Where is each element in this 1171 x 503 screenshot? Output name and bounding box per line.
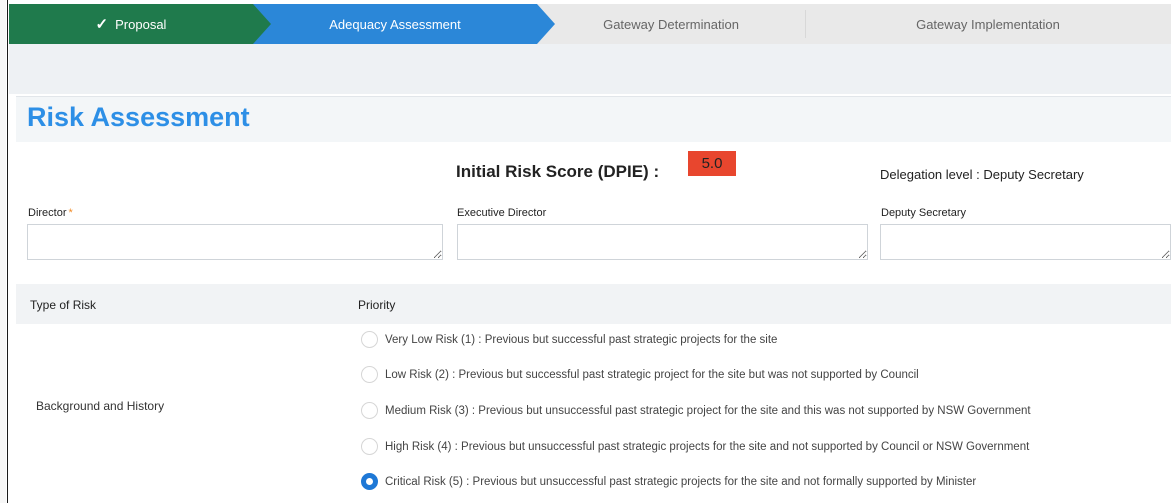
priority-option-critical[interactable]: Critical Risk (5) : Previous but unsucce… xyxy=(361,473,976,490)
step-gateway-determination[interactable]: Gateway Determination xyxy=(537,4,806,44)
priority-option-label: Low Risk (2) : Previous but successful p… xyxy=(385,368,919,381)
risk-type-label: Background and History xyxy=(36,399,165,413)
column-header-priority: Priority xyxy=(358,298,396,312)
required-indicator: * xyxy=(68,207,73,219)
executive-director-label: Executive Director xyxy=(457,207,547,219)
priority-option-label: High Risk (4) : Previous but unsuccessfu… xyxy=(385,440,1030,453)
priority-option-label: Critical Risk (5) : Previous but unsucce… xyxy=(385,475,977,488)
priority-option-medium[interactable]: Medium Risk (3) : Previous but unsuccess… xyxy=(361,402,1031,419)
step-label: Gateway Determination xyxy=(603,16,739,32)
priority-option-high[interactable]: High Risk (4) : Previous but unsuccessfu… xyxy=(361,438,1029,455)
priority-option-label: Very Low Risk (1) : Previous but success… xyxy=(385,333,778,346)
director-field[interactable] xyxy=(27,224,443,260)
risk-score-badge: 5.0 xyxy=(688,151,736,176)
priority-option-very-low[interactable]: Very Low Risk (1) : Previous but success… xyxy=(361,331,777,348)
section-title: Risk Assessment xyxy=(27,102,250,132)
column-header-type-of-risk: Type of Risk xyxy=(30,298,97,312)
step-gateway-implementation[interactable]: Gateway Implementation xyxy=(805,4,1171,44)
step-label: Proposal xyxy=(115,16,167,32)
section-header: Risk Assessment xyxy=(16,96,1171,142)
executive-director-field[interactable] xyxy=(457,224,868,260)
checkmark-icon: ✓ xyxy=(95,16,109,33)
toolbar-band xyxy=(9,44,1171,94)
director-label-text: Director xyxy=(28,207,67,219)
radio-button-selected[interactable] xyxy=(361,473,378,490)
step-proposal[interactable]: ✓ Proposal xyxy=(9,4,271,44)
director-label: Director * xyxy=(28,207,73,219)
deputy-secretary-label: Deputy Secretary xyxy=(881,207,966,219)
step-label: Adequacy Assessment xyxy=(329,16,461,32)
step-arrow xyxy=(253,4,271,44)
window-left-edge xyxy=(0,0,8,503)
priority-option-label: Medium Risk (3) : Previous but unsuccess… xyxy=(385,404,1031,417)
radio-button[interactable] xyxy=(361,402,378,419)
step-adequacy-assessment[interactable]: Adequacy Assessment xyxy=(253,4,555,44)
risk-table-header: Type of Risk Priority xyxy=(16,284,1171,324)
step-arrow xyxy=(537,4,555,44)
step-label: Gateway Implementation xyxy=(916,16,1060,32)
delegation-level: Delegation level : Deputy Secretary xyxy=(880,167,1084,182)
radio-button[interactable] xyxy=(361,438,378,455)
deputy-secretary-field[interactable] xyxy=(880,224,1171,260)
radio-button[interactable] xyxy=(361,366,378,383)
progress-stepper: ✓ Proposal Adequacy Assessment Gateway D… xyxy=(9,4,1171,44)
priority-option-low[interactable]: Low Risk (2) : Previous but successful p… xyxy=(361,366,919,383)
risk-score-label: Initial Risk Score (DPIE) : xyxy=(456,162,660,181)
radio-button[interactable] xyxy=(361,331,378,348)
